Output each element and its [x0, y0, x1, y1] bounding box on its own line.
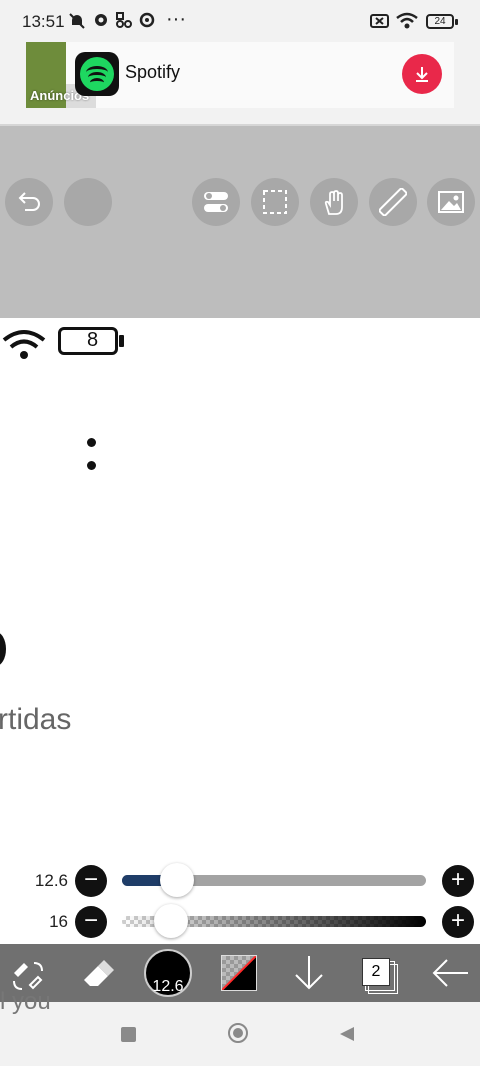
image-import-button[interactable]	[427, 178, 475, 226]
canvas-dot	[87, 461, 96, 470]
toggle-settings-button[interactable]	[192, 178, 240, 226]
brush-size-label: 12.6	[152, 978, 184, 995]
image-icon	[438, 191, 464, 213]
recent-apps-button[interactable]	[121, 1027, 136, 1042]
canvas-wifi-icon	[2, 328, 46, 365]
layers-button[interactable]: 2	[362, 958, 390, 986]
undo-icon	[18, 192, 40, 211]
eraser-icon[interactable]	[80, 956, 116, 995]
selection-icon	[263, 190, 287, 214]
hand-icon	[324, 190, 343, 215]
back-button[interactable]	[338, 1025, 356, 1048]
canvas-battery-icon: 8	[58, 327, 118, 355]
battery-nub	[455, 19, 458, 25]
color-swatch-button[interactable]	[221, 955, 257, 991]
settings-gear-icon	[93, 12, 113, 32]
opacity-increase-button[interactable]: +	[442, 906, 474, 938]
redo-button[interactable]	[64, 178, 112, 226]
brush-size-increase-button[interactable]: +	[442, 865, 474, 897]
drawing-canvas[interactable]: 8 rtidas	[0, 318, 480, 944]
behind-text: l you	[0, 988, 51, 1015]
home-button[interactable]	[228, 1023, 248, 1043]
spotify-logo-icon	[75, 52, 119, 96]
download-icon	[416, 67, 428, 82]
selection-button[interactable]	[251, 178, 299, 226]
opacity-decrease-button[interactable]: −	[75, 906, 107, 938]
bottom-toolbar: 12.6 2	[0, 944, 480, 1002]
no-sim-icon	[370, 12, 390, 32]
opacity-value: 16	[49, 912, 68, 931]
canvas-partial-icon	[0, 632, 6, 666]
status-time: 13:51	[22, 12, 65, 31]
undo-button[interactable]	[5, 178, 53, 226]
tool-area	[0, 126, 480, 318]
canvas-dot	[87, 438, 96, 447]
canvas-battery-nub	[119, 335, 124, 347]
brush-size-thumb[interactable]	[159, 863, 194, 897]
brush-size-value: 12.6	[34, 871, 68, 890]
shapes-icon	[116, 12, 136, 32]
ruler-icon	[379, 188, 407, 216]
brush-size-button[interactable]: 12.6	[144, 949, 192, 997]
opacity-thumb[interactable]	[153, 904, 188, 938]
back-arrow-icon[interactable]	[430, 954, 470, 997]
download-button[interactable]	[402, 54, 442, 94]
brush-size-decrease-button[interactable]: −	[75, 865, 107, 897]
more-notifications-icon: ···	[166, 8, 186, 30]
status-bar: 13:51 ··· 24	[0, 0, 480, 44]
canvas-text: rtidas	[0, 703, 72, 736]
hand-tool-button[interactable]	[310, 178, 358, 226]
toggle-icon	[204, 192, 228, 212]
arrow-down-icon[interactable]	[292, 954, 326, 997]
ad-title[interactable]: Spotify	[125, 62, 180, 83]
system-nav-bar: l you	[0, 988, 480, 1066]
battery-indicator: 24	[426, 14, 454, 29]
ad-banner[interactable]: Anúncios Spotify	[26, 42, 454, 108]
canvas-battery-text: 8	[87, 329, 99, 351]
sync-icon	[139, 12, 159, 32]
ruler-button[interactable]	[369, 178, 417, 226]
wifi-icon	[396, 12, 418, 32]
muted-bell-icon	[68, 12, 88, 32]
